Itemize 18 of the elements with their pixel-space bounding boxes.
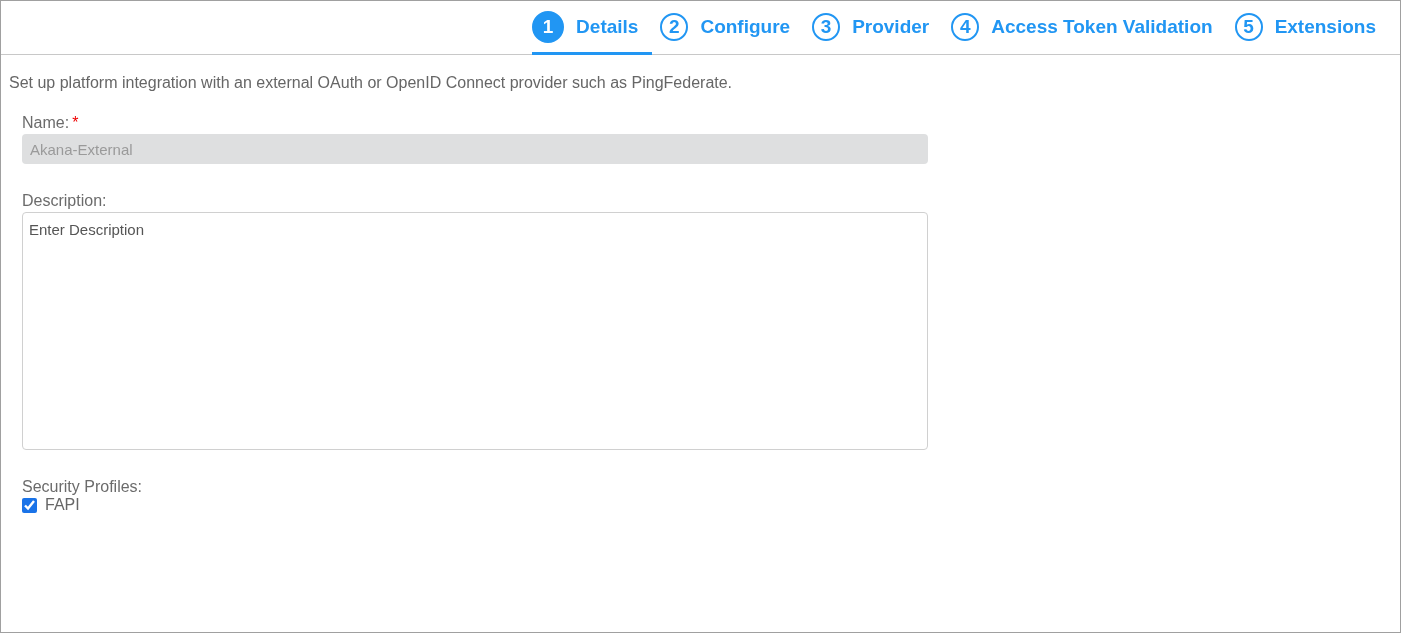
step-number: 1 [532,10,565,43]
step-number: 2 [660,12,689,41]
intro-text: Set up platform integration with an external OAuth or OpenID Connect provider such as PingFederate. [9,74,734,92]
step-number: 3 [812,12,841,41]
step-tab[interactable]: 4 Access Token Validation [951,1,1227,55]
required-mark: * [72,114,79,132]
step-tab[interactable]: 1 Details [532,1,653,55]
step-tab[interactable]: 5 Extensions [1234,1,1390,55]
description-field[interactable]: Enter Description [22,212,928,450]
step-tab[interactable]: 2 Configure [660,1,805,55]
field-label: Description: [22,192,107,210]
field-label: Name: [22,114,70,132]
step-tab[interactable]: 3 Provider [812,1,944,55]
step-number: 5 [1234,12,1263,41]
field-label: Security Profiles: [22,478,143,496]
checkbox[interactable] [22,497,37,513]
step-number: 4 [951,12,980,41]
checkbox-label: FAPI [45,496,80,514]
